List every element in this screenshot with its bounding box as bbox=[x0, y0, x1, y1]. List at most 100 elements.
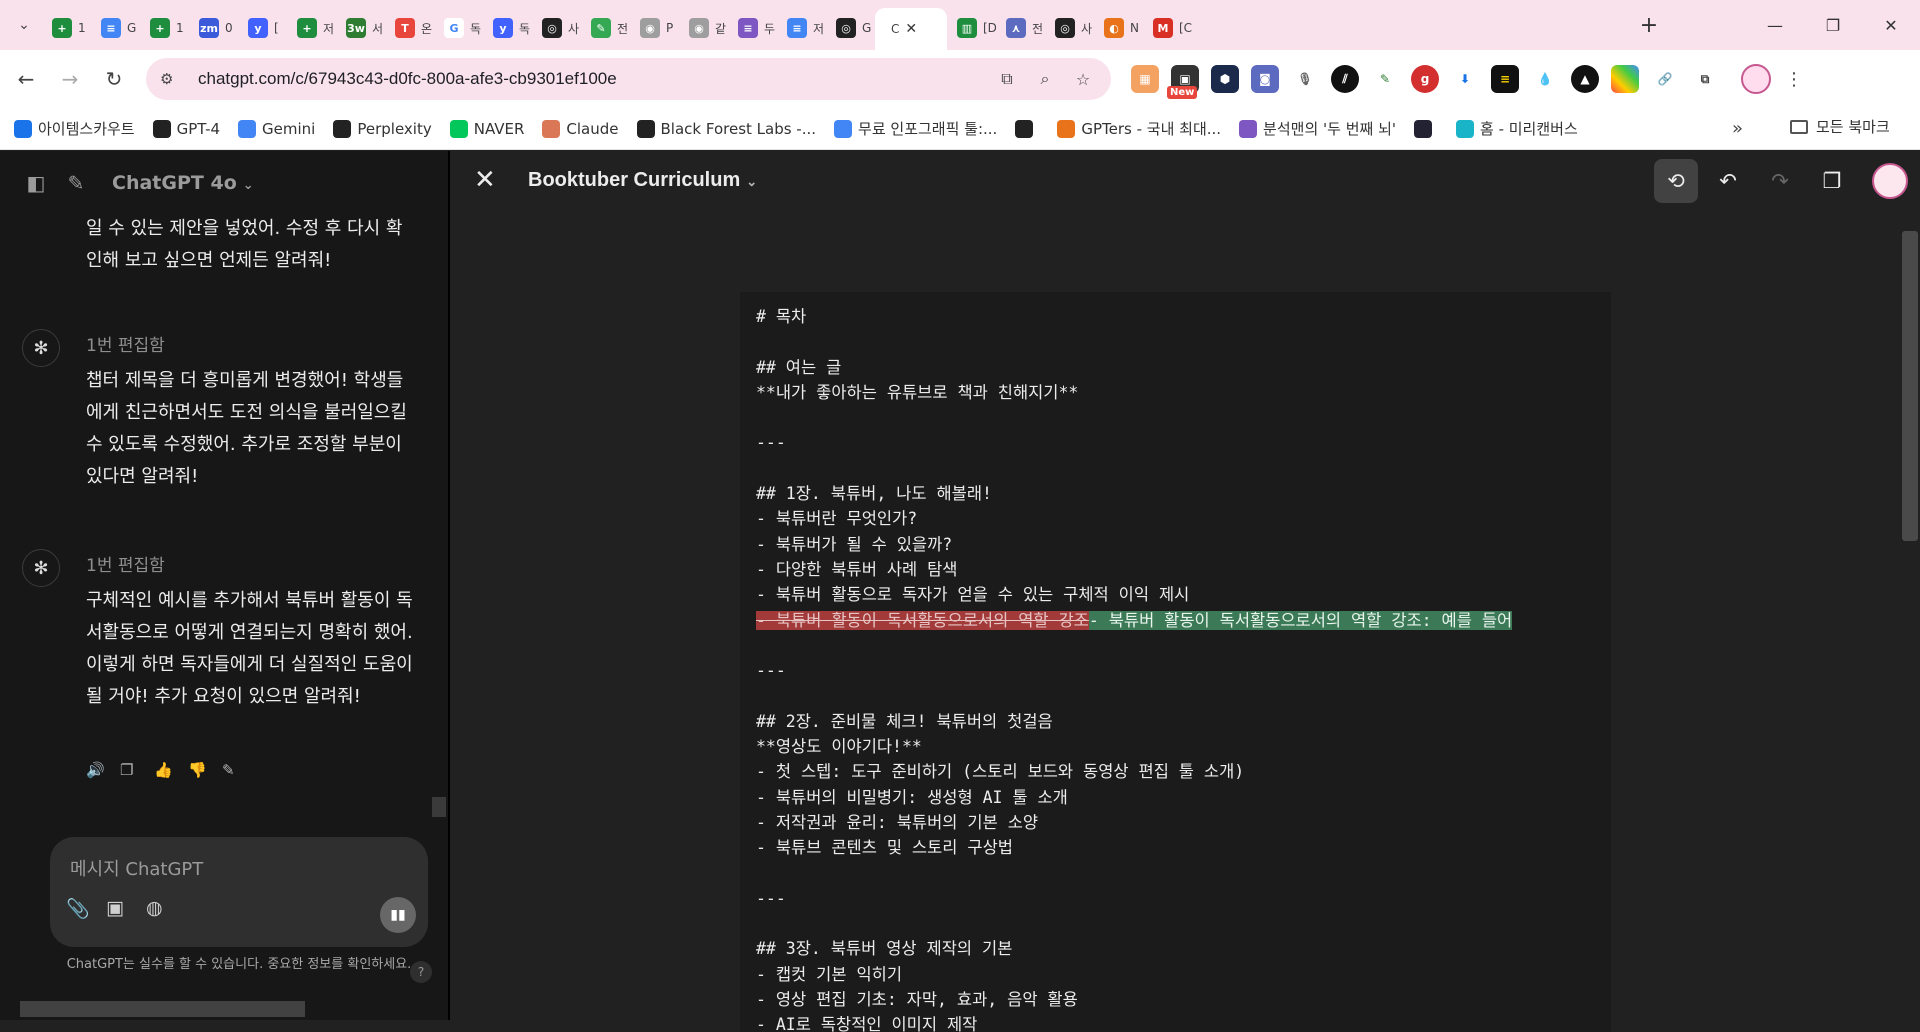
document-line[interactable]: - 영상 편집 기초: 자막, 효과, 음악 활용 bbox=[740, 987, 1611, 1012]
undo-icon[interactable]: ↶ bbox=[1706, 159, 1750, 203]
sidebar-scrollbar[interactable] bbox=[432, 797, 446, 817]
document-line[interactable] bbox=[740, 633, 1611, 658]
back-icon[interactable]: ← bbox=[8, 61, 44, 97]
toggle-sidebar-icon[interactable]: ◧ bbox=[22, 169, 50, 197]
voice-mode-icon[interactable]: ▮▮ bbox=[380, 897, 416, 933]
document-line[interactable] bbox=[740, 329, 1611, 354]
browser-tab[interactable]: ◎ 사 bbox=[1045, 11, 1094, 45]
thumbs-down-icon[interactable]: 👎 bbox=[188, 761, 222, 779]
globe-icon[interactable]: ◍ bbox=[146, 897, 186, 920]
bookmark-item[interactable]: 무료 인포그래픽 툴:... bbox=[834, 118, 997, 139]
browser-menu-icon[interactable]: ⋮ bbox=[1785, 69, 1803, 90]
document-line[interactable]: --- bbox=[740, 430, 1611, 455]
extension-drop-icon[interactable]: 💧 bbox=[1531, 65, 1559, 93]
document-line[interactable] bbox=[740, 911, 1611, 936]
bookmark-item[interactable]: NAVER bbox=[449, 119, 524, 138]
document-line[interactable]: - 저작권과 윤리: 북튜버의 기본 소양 bbox=[740, 810, 1611, 835]
address-bar[interactable]: ⚙ chatgpt.com/c/67943c43-d0fc-800a-afe3-… bbox=[146, 58, 1111, 100]
all-bookmarks-button[interactable]: 모든 북마크 bbox=[1790, 116, 1890, 137]
bookmark-item[interactable]: Claude bbox=[542, 119, 619, 138]
browser-tab[interactable]: ◐ N bbox=[1094, 11, 1143, 45]
document-editor[interactable]: # 목차 ## 여는 글 **내가 좋아하는 유튜브로 책과 친해지기** --- ##… bbox=[740, 292, 1611, 1032]
browser-profile-avatar[interactable] bbox=[1741, 64, 1771, 94]
restore-icon[interactable]: ❐ bbox=[1804, 0, 1862, 50]
document-title[interactable]: Booktuber Curriculum ⌄ bbox=[528, 169, 757, 192]
extension-triangle-icon[interactable]: ▲ bbox=[1571, 65, 1599, 93]
browser-tab[interactable]: M [C bbox=[1143, 11, 1192, 45]
new-tab-button[interactable]: + bbox=[1632, 8, 1666, 42]
document-line[interactable]: ## 여는 글 bbox=[740, 355, 1611, 380]
extension-color-icon[interactable] bbox=[1611, 65, 1639, 93]
extension-hex-icon[interactable]: ⬢ bbox=[1211, 65, 1239, 93]
browser-tab[interactable]: ⋏ 전 bbox=[996, 11, 1045, 45]
edit-label[interactable]: 1번 편집함 bbox=[86, 551, 165, 576]
document-line[interactable]: --- bbox=[740, 658, 1611, 683]
document-line[interactable]: - 북튜버 활동으로 독자가 얻을 수 있는 구체적 이익 제시 bbox=[740, 582, 1611, 607]
horizontal-scrollbar[interactable] bbox=[20, 1001, 305, 1017]
active-tab[interactable]: C ✕ bbox=[875, 8, 947, 50]
bookmark-item[interactable]: Perplexity bbox=[333, 119, 432, 138]
bookmark-item[interactable] bbox=[1015, 119, 1039, 138]
browser-tab[interactable]: +1 bbox=[42, 11, 91, 45]
document-line[interactable]: - 첫 스텝: 도구 준비하기 (스토리 보드와 동영상 편집 툴 소개) bbox=[740, 759, 1611, 784]
browser-tab[interactable]: + 저 bbox=[287, 11, 336, 45]
document-line[interactable]: ## 3장. 북튜버 영상 제작의 기본 bbox=[740, 936, 1611, 961]
canvas-scrollbar[interactable] bbox=[1902, 231, 1918, 541]
translate-icon[interactable]: ⧉ bbox=[993, 65, 1021, 93]
copy-document-icon[interactable]: ❐ bbox=[1810, 159, 1854, 203]
bookmark-star-icon[interactable]: ☆ bbox=[1069, 65, 1097, 93]
extension-link-icon[interactable]: 🔗 bbox=[1651, 65, 1679, 93]
user-avatar[interactable] bbox=[1872, 163, 1908, 199]
document-line[interactable]: - 캡컷 기본 익히기 bbox=[740, 962, 1611, 987]
browser-tab[interactable]: G독 bbox=[434, 11, 483, 45]
bookmark-item[interactable]: GPT-4 bbox=[152, 119, 220, 138]
close-canvas-icon[interactable]: ✕ bbox=[474, 165, 496, 195]
document-line[interactable]: - 북튜브 콘텐츠 및 스토리 구상법 bbox=[740, 835, 1611, 860]
history-icon[interactable]: ⟲ bbox=[1654, 159, 1698, 203]
bookmark-item[interactable]: 아이템스카우트 bbox=[14, 118, 135, 139]
thumbs-up-icon[interactable]: 👍 bbox=[154, 761, 188, 779]
browser-tab[interactable]: ≡ G bbox=[91, 11, 140, 45]
document-line[interactable] bbox=[740, 683, 1611, 708]
reload-icon[interactable]: ↻ bbox=[96, 61, 132, 97]
document-line[interactable]: --- bbox=[740, 886, 1611, 911]
edit-in-canvas-icon[interactable]: ✎ bbox=[222, 761, 256, 779]
document-line[interactable]: - 북튜버란 무엇인가? bbox=[740, 506, 1611, 531]
browser-tab[interactable]: ◎ G bbox=[826, 11, 875, 45]
site-settings-icon[interactable]: ⚙ bbox=[160, 70, 182, 88]
help-icon[interactable]: ? bbox=[410, 961, 432, 983]
url-text[interactable]: chatgpt.com/c/67943c43-d0fc-800a-afe3-cb… bbox=[198, 69, 983, 89]
document-line[interactable]: - 북튜버가 될 수 있을까? bbox=[740, 532, 1611, 557]
document-line[interactable] bbox=[740, 456, 1611, 481]
extension-camera-icon[interactable]: ◙ bbox=[1251, 65, 1279, 93]
extension-grid-icon[interactable]: ▦ bbox=[1131, 65, 1159, 93]
document-line[interactable]: ## 2장. 준비물 체크! 북튜버의 첫걸음 bbox=[740, 709, 1611, 734]
extension-stack-icon[interactable]: ≡ bbox=[1491, 65, 1519, 93]
bookmark-item[interactable]: GPTers - 국내 최대... bbox=[1057, 118, 1221, 139]
document-line[interactable]: **영상도 이야기다!** bbox=[740, 734, 1611, 759]
document-line[interactable]: - 다양한 북튜버 사례 탐색 bbox=[740, 557, 1611, 582]
bookmark-item[interactable]: 홈 - 미리캔버스 bbox=[1456, 118, 1578, 139]
zoom-icon[interactable]: ⌕ bbox=[1031, 65, 1059, 93]
bookmark-item[interactable]: Gemini bbox=[238, 119, 315, 138]
document-line[interactable]: - 북튜버의 비밀병기: 생성형 AI 툴 소개 bbox=[740, 785, 1611, 810]
document-line[interactable] bbox=[740, 405, 1611, 430]
copy-icon[interactable]: ❐ bbox=[120, 761, 154, 779]
diff-line[interactable]: - 북튜버 활동이 독서활동으로서의 역할 강조- 북튜버 활동이 독서활동으로… bbox=[740, 608, 1611, 633]
document-line[interactable]: - AI로 독창적인 이미지 제작 bbox=[740, 1012, 1611, 1032]
composer-input[interactable]: 메시지 ChatGPT bbox=[70, 855, 203, 881]
attach-icon[interactable]: 📎 bbox=[66, 897, 106, 920]
tab-search-icon[interactable]: ⌄ bbox=[6, 7, 42, 43]
browser-tab[interactable]: y독 bbox=[483, 11, 532, 45]
browser-tab[interactable]: ≡ 두 bbox=[728, 11, 777, 45]
browser-tab[interactable]: ✎ 전 bbox=[581, 11, 630, 45]
read-aloud-icon[interactable]: 🔊 bbox=[86, 761, 120, 779]
bookmark-item[interactable] bbox=[1414, 119, 1438, 138]
browser-tab[interactable]: zm 0 bbox=[189, 11, 238, 45]
tools-icon[interactable]: ▣ bbox=[106, 897, 146, 920]
document-line[interactable]: # 목차 bbox=[740, 304, 1611, 329]
extension-new-icon[interactable]: ▣ New bbox=[1167, 65, 1199, 99]
close-tab-icon[interactable]: ✕ bbox=[905, 21, 917, 37]
browser-tab[interactable]: ◎ 사 bbox=[532, 11, 581, 45]
extension-g-icon[interactable]: g bbox=[1411, 65, 1439, 93]
